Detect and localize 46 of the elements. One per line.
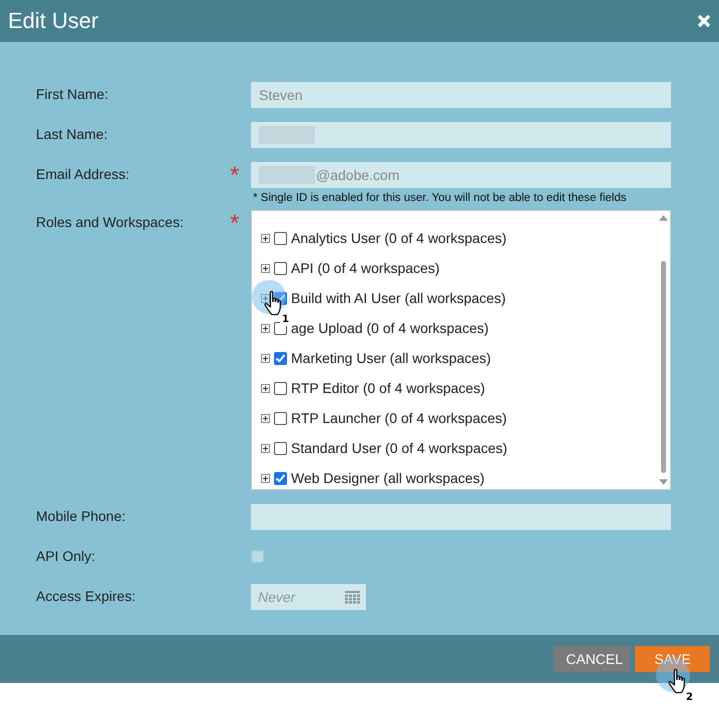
role-label[interactable]: API (0 of 4 workspaces) — [291, 260, 440, 276]
checkbox[interactable] — [274, 472, 287, 484]
role-label[interactable]: Standard User (0 of 4 workspaces) — [291, 440, 508, 456]
text-field[interactable] — [251, 504, 671, 530]
expand-icon[interactable] — [261, 444, 270, 452]
role-label[interactable]: RTP Editor (0 of 4 workspaces) — [291, 380, 486, 396]
field-label: Last Name: — [36, 126, 108, 142]
role-label[interactable]: Analytics User (0 of 4 workspaces) — [291, 230, 507, 246]
role-label[interactable]: Build with AI User (all workspaces) — [291, 290, 506, 306]
checkbox[interactable] — [274, 352, 287, 364]
checkbox[interactable] — [274, 232, 287, 244]
checkbox[interactable] — [274, 382, 287, 394]
role-label[interactable]: age Upload (0 of 4 workspaces) — [291, 320, 489, 336]
role-label[interactable]: Web Designer (all workspaces) — [291, 470, 484, 486]
field-label: API Only: — [36, 548, 96, 564]
note-text: * Single ID is enabled for this user. You will not be able to edit these fields — [253, 192, 626, 204]
required-asterisk: * — [230, 214, 240, 234]
expand-icon[interactable] — [261, 384, 270, 392]
scroll-up-icon[interactable] — [658, 215, 668, 221]
field-label: Mobile Phone: — [36, 508, 126, 524]
text-field[interactable] — [251, 122, 671, 148]
close-icon[interactable] — [697, 14, 711, 28]
cancel-button[interactable]: CANCEL — [554, 646, 630, 672]
expand-icon[interactable] — [261, 354, 270, 362]
field-value: Steven — [259, 87, 303, 103]
field-label: Roles and Workspaces: — [36, 214, 184, 230]
expand-icon[interactable] — [261, 264, 270, 272]
expand-icon[interactable] — [261, 324, 270, 332]
dialog-title: Edit User — [8, 8, 98, 34]
checkbox[interactable] — [251, 550, 264, 563]
expand-icon[interactable] — [261, 474, 270, 482]
date-field[interactable]: Never — [251, 584, 366, 610]
expand-icon[interactable] — [261, 234, 270, 242]
checkbox[interactable] — [274, 262, 287, 274]
field-label: Email Address: — [36, 166, 130, 182]
scroll-down-icon[interactable] — [658, 479, 668, 485]
checkbox[interactable] — [274, 412, 287, 424]
checkbox[interactable] — [274, 442, 287, 454]
field-value: @adobe.com — [316, 167, 400, 183]
role-label[interactable]: RTP Launcher (0 of 4 workspaces) — [291, 410, 507, 426]
step-number: 1 — [280, 314, 291, 326]
required-asterisk: * — [230, 166, 240, 186]
field-label: Access Expires: — [36, 588, 136, 604]
expand-icon[interactable] — [261, 414, 270, 422]
role-label[interactable]: Marketing User (all workspaces) — [291, 350, 491, 366]
field-label: First Name: — [36, 86, 108, 102]
